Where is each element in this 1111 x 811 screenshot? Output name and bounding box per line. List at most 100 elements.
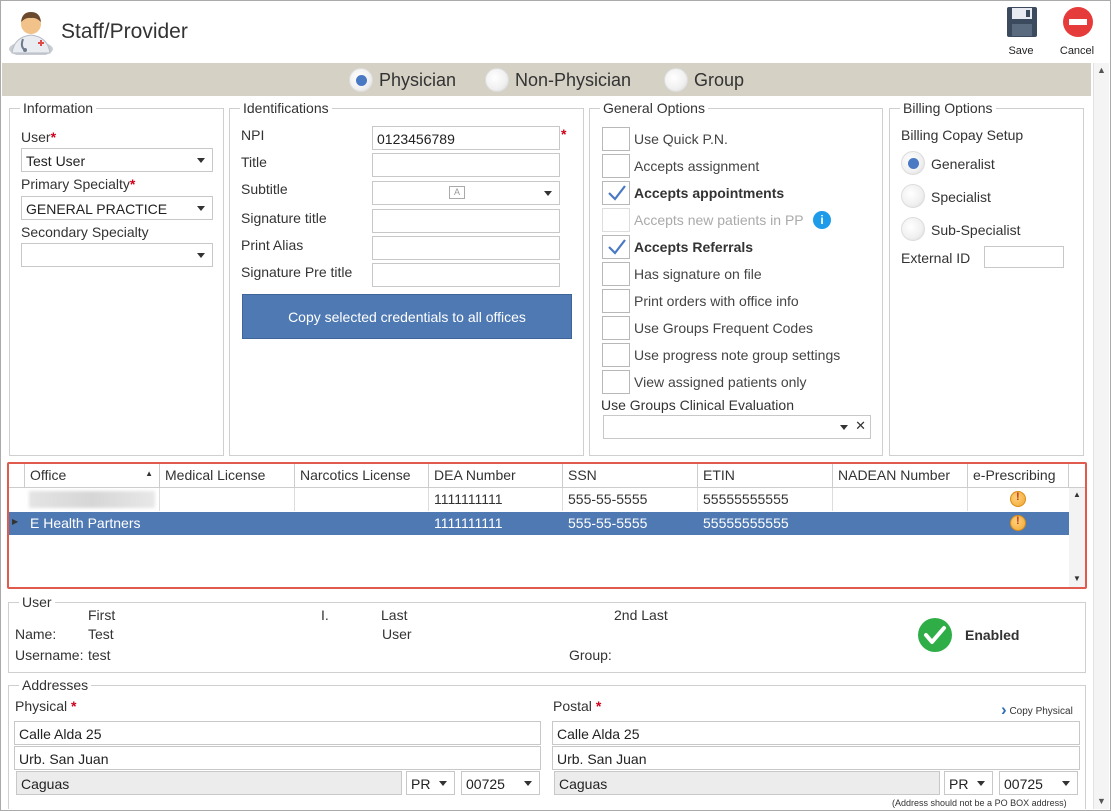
clinical-eval-label: Use Groups Clinical Evaluation bbox=[601, 397, 794, 413]
postal-state-select[interactable]: PR bbox=[944, 771, 993, 795]
col-ssn[interactable]: SSN bbox=[563, 464, 698, 488]
checkbox-has-signature-on-file[interactable] bbox=[602, 262, 630, 286]
info-icon[interactable]: i bbox=[813, 211, 831, 229]
row-selector-icon: ▶ bbox=[12, 517, 19, 526]
scroll-down-icon[interactable]: ▼ bbox=[1073, 574, 1081, 583]
first-label: First bbox=[88, 607, 116, 623]
title-input[interactable] bbox=[372, 153, 560, 177]
print-alias-label: Print Alias bbox=[241, 237, 304, 253]
save-button[interactable]: Save bbox=[997, 5, 1045, 59]
chevron-down-icon bbox=[840, 425, 848, 430]
user-select[interactable]: Test User bbox=[21, 148, 213, 172]
primary-specialty-label: Primary Specialty* bbox=[21, 176, 136, 192]
secondary-specialty-select[interactable] bbox=[21, 243, 213, 267]
postal-zip-select[interactable]: 00725 bbox=[999, 771, 1078, 795]
table-row[interactable]: ▶ E Health Partners 1111111111 555-55-55… bbox=[9, 512, 1069, 535]
external-id-input[interactable] bbox=[984, 246, 1064, 268]
postal-line1-input[interactable]: Calle Alda 25 bbox=[552, 721, 1080, 745]
save-icon bbox=[1007, 7, 1037, 37]
col-e-prescribing[interactable]: e-Prescribing bbox=[968, 464, 1069, 488]
copy-physical-button[interactable]: › Copy Physical bbox=[1001, 699, 1073, 719]
user-label: User* bbox=[21, 129, 57, 145]
staff-provider-icon bbox=[6, 9, 56, 57]
postal-line2-input[interactable]: Urb. San Juan bbox=[552, 746, 1080, 770]
clinical-eval-select[interactable]: ✕ bbox=[603, 415, 871, 439]
cancel-button[interactable]: Cancel bbox=[1053, 5, 1101, 59]
col-office[interactable]: Office ▲ bbox=[25, 464, 160, 488]
subtitle-label: Subtitle bbox=[241, 181, 288, 197]
chevron-down-icon bbox=[439, 781, 447, 786]
signature-title-label: Signature title bbox=[241, 210, 327, 226]
radio-non-physician[interactable]: Non-Physician bbox=[485, 68, 631, 92]
vertical-scrollbar[interactable]: ▲ ▼ bbox=[1093, 63, 1109, 809]
checkbox-view-assigned-patients-only[interactable] bbox=[602, 370, 630, 394]
header: Staff/Provider Save Cancel bbox=[1, 1, 1110, 63]
staff-provider-window: Staff/Provider Save Cancel Physician Non… bbox=[0, 0, 1111, 811]
checkbox-use-groups-frequent-codes[interactable] bbox=[602, 316, 630, 340]
scroll-down-icon[interactable]: ▼ bbox=[1097, 796, 1106, 806]
col-nadean-number[interactable]: NADEAN Number bbox=[833, 464, 968, 488]
credentials-grid: Office ▲ Medical License Narcotics Licens… bbox=[7, 462, 1087, 589]
physical-zip-select[interactable]: 00725 bbox=[461, 771, 540, 795]
npi-label: NPI bbox=[241, 127, 265, 143]
clear-icon[interactable]: ✕ bbox=[855, 418, 866, 434]
checkbox-accepts-assignment[interactable] bbox=[602, 154, 630, 178]
primary-specialty-select[interactable]: GENERAL PRACTICE bbox=[21, 196, 213, 220]
username-label: Username: bbox=[15, 647, 84, 663]
npi-input[interactable]: 0123456789 bbox=[372, 126, 560, 150]
billing-copay-label: Billing Copay Setup bbox=[901, 127, 1024, 143]
scroll-up-icon[interactable]: ▲ bbox=[1073, 490, 1081, 499]
checkbox-accepts-new-patients-in-pp bbox=[602, 208, 630, 232]
radio-physician[interactable]: Physician bbox=[349, 68, 456, 92]
information-title: Information bbox=[20, 100, 97, 116]
checkbox-use-progress-note-group-settings[interactable] bbox=[602, 343, 630, 367]
general-option-label: Accepts appointments bbox=[634, 185, 785, 201]
warning-icon[interactable] bbox=[1010, 515, 1026, 531]
copy-credentials-button[interactable]: Copy selected credentials to all offices bbox=[242, 294, 572, 339]
checkbox-accepts-appointments[interactable] bbox=[602, 181, 630, 205]
signature-pre-title-label: Signature Pre title bbox=[241, 264, 353, 280]
grid-scrollbar[interactable]: ▲ ▼ bbox=[1069, 488, 1085, 587]
physical-city-input[interactable]: Caguas bbox=[16, 771, 402, 795]
chevron-down-icon bbox=[544, 191, 552, 196]
postal-label: Postal * bbox=[553, 698, 602, 714]
chevron-down-icon bbox=[524, 781, 532, 786]
col-etin[interactable]: ETIN bbox=[698, 464, 833, 488]
page-title: Staff/Provider bbox=[61, 20, 188, 43]
first-name-value: Test bbox=[88, 626, 114, 642]
subtitle-select[interactable]: A bbox=[372, 181, 560, 205]
chevron-right-icon: › bbox=[1001, 700, 1007, 719]
user-title: User bbox=[19, 594, 55, 610]
physical-line2-input[interactable]: Urb. San Juan bbox=[14, 746, 541, 770]
specialist-label: Specialist bbox=[931, 189, 991, 205]
chevron-down-icon bbox=[197, 158, 205, 163]
checkbox-print-orders-with-office-info[interactable] bbox=[602, 289, 630, 313]
print-alias-input[interactable] bbox=[372, 236, 560, 260]
addresses-title: Addresses bbox=[19, 677, 92, 693]
provider-type-bar: Physician Non-Physician Group bbox=[2, 63, 1091, 96]
physical-state-select[interactable]: PR bbox=[406, 771, 455, 795]
col-medical-license[interactable]: Medical License bbox=[160, 464, 295, 488]
grid-header: Office ▲ Medical License Narcotics Licens… bbox=[9, 464, 1085, 488]
general-option-label: Use Quick P.N. bbox=[634, 131, 728, 147]
col-narcotics-license[interactable]: Narcotics License bbox=[295, 464, 429, 488]
warning-icon[interactable] bbox=[1010, 491, 1026, 507]
group-label: Group: bbox=[569, 647, 612, 663]
table-row[interactable]: 1111111111 555-55-5555 55555555555 bbox=[9, 488, 1069, 511]
po-box-note: (Address should not be a PO BOX address) bbox=[892, 798, 1067, 808]
general-options-title: General Options bbox=[600, 100, 708, 116]
postal-city-input[interactable]: Caguas bbox=[554, 771, 940, 795]
scroll-up-icon[interactable]: ▲ bbox=[1097, 65, 1106, 75]
col-dea-number[interactable]: DEA Number bbox=[429, 464, 563, 488]
radio-group[interactable]: Group bbox=[664, 68, 744, 92]
signature-title-input[interactable] bbox=[372, 209, 560, 233]
checkbox-use-quick-p-n[interactable] bbox=[602, 127, 630, 151]
radio-sub-specialist[interactable] bbox=[901, 217, 925, 241]
name-label: Name: bbox=[15, 626, 57, 642]
radio-specialist[interactable] bbox=[901, 184, 925, 208]
physical-line1-input[interactable]: Calle Alda 25 bbox=[14, 721, 541, 745]
signature-pre-title-input[interactable] bbox=[372, 263, 560, 287]
radio-generalist[interactable] bbox=[901, 151, 925, 175]
general-option-label: Has signature on file bbox=[634, 266, 762, 282]
checkbox-accepts-referrals[interactable] bbox=[602, 235, 630, 259]
